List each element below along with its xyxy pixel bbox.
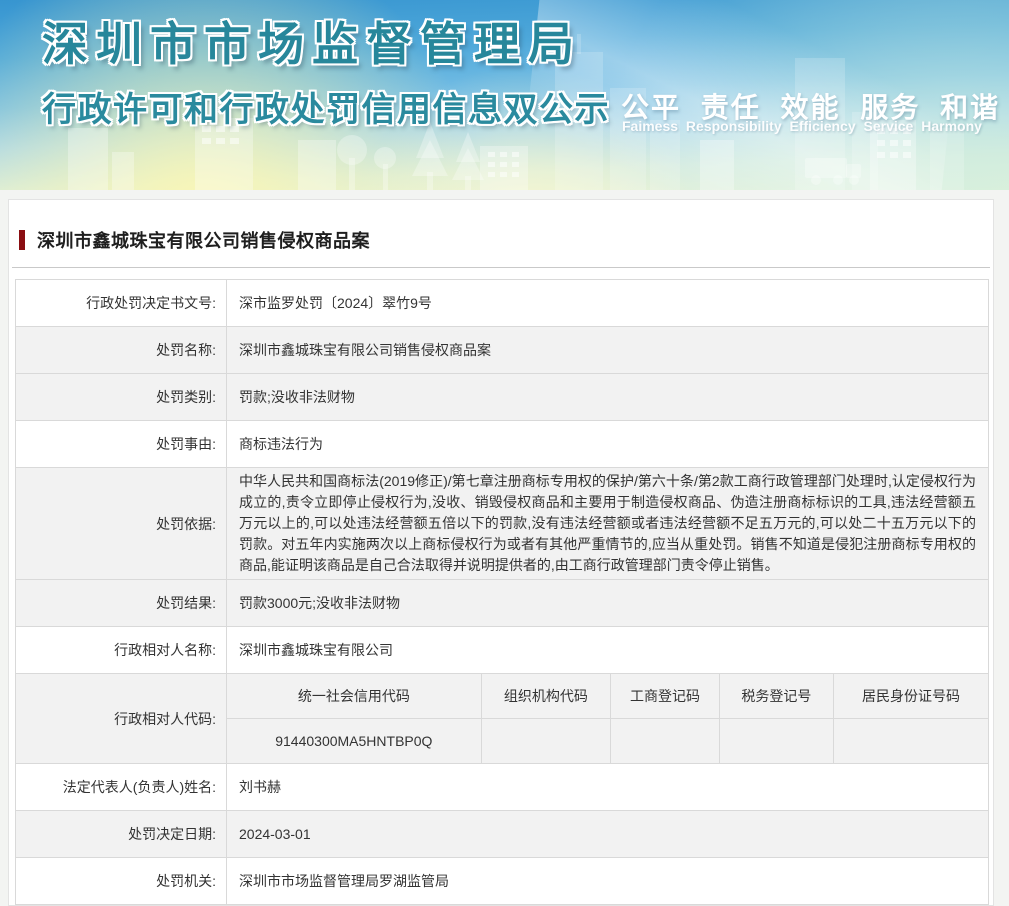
table-row: 处罚名称: 深圳市鑫城珠宝有限公司销售侵权商品案 (15, 326, 989, 374)
row-label: 处罚名称: (15, 326, 227, 374)
code-table: 统一社会信用代码 组织机构代码 工商登记码 税务登记号 居民身份证号码 9144… (227, 674, 988, 763)
code-value-cell (480, 718, 611, 763)
code-header-cell: 工商登记码 (610, 674, 720, 719)
title-divider (12, 267, 990, 268)
row-label: 行政相对人代码: (15, 673, 227, 764)
content-card: 深圳市鑫城珠宝有限公司销售侵权商品案 行政处罚决定书文号: 深市监罗处罚〔202… (8, 199, 994, 906)
header-banner: 深圳市市场监督管理局 行政许可和行政处罚信用信息双公示 公平 责任 效能 服务 … (0, 0, 1009, 190)
case-title-text: 深圳市鑫城珠宝有限公司销售侵权商品案 (37, 231, 370, 251)
row-value: 深市监罗处罚〔2024〕翠竹9号 (226, 279, 989, 327)
row-value: 罚款3000元;没收非法财物 (226, 579, 989, 627)
table-row: 处罚机关: 深圳市市场监督管理局罗湖监管局 (15, 857, 989, 905)
row-value: 罚款;没收非法财物 (226, 373, 989, 421)
code-value-cell: 91440300MA5HNTBP0Q (227, 718, 482, 763)
code-header-cell: 税务登记号 (718, 674, 834, 719)
row-label: 处罚依据: (15, 467, 227, 580)
code-value-cell (833, 718, 988, 763)
site-subtitle: 行政许可和行政处罚信用信息双公示 (42, 91, 610, 129)
table-row: 处罚决定日期: 2024-03-01 (15, 810, 989, 858)
row-label: 行政相对人名称: (15, 626, 227, 674)
row-value: 深圳市鑫城珠宝有限公司销售侵权商品案 (226, 326, 989, 374)
row-value: 统一社会信用代码 组织机构代码 工商登记码 税务登记号 居民身份证号码 9144… (226, 673, 989, 764)
row-label: 处罚机关: (15, 857, 227, 905)
row-value: 商标违法行为 (226, 420, 989, 468)
table-row: 处罚依据: 中华人民共和国商标法(2019修正)/第七章注册商标专用权的保护/第… (15, 467, 989, 580)
row-value: 深圳市市场监督管理局罗湖监管局 (226, 857, 989, 905)
penalty-info-table: 行政处罚决定书文号: 深市监罗处罚〔2024〕翠竹9号 处罚名称: 深圳市鑫城珠… (15, 279, 989, 905)
table-row: 行政处罚决定书文号: 深市监罗处罚〔2024〕翠竹9号 (15, 279, 989, 327)
row-label: 处罚决定日期: (15, 810, 227, 858)
case-title: 深圳市鑫城珠宝有限公司销售侵权商品案 (19, 227, 993, 253)
row-value: 深圳市鑫城珠宝有限公司 (226, 626, 989, 674)
title-marker-bar (19, 230, 25, 250)
row-label: 处罚事由: (15, 420, 227, 468)
code-value-cell (610, 718, 720, 763)
row-label: 处罚结果: (15, 579, 227, 627)
table-row: 处罚结果: 罚款3000元;没收非法财物 (15, 579, 989, 627)
row-value: 刘书赫 (226, 763, 989, 811)
site-title: 深圳市市场监督管理局 (42, 18, 582, 70)
code-header-cell: 组织机构代码 (480, 674, 611, 719)
row-label: 处罚类别: (15, 373, 227, 421)
code-header-row: 统一社会信用代码 组织机构代码 工商登记码 税务登记号 居民身份证号码 (227, 674, 988, 719)
table-row: 行政相对人名称: 深圳市鑫城珠宝有限公司 (15, 626, 989, 674)
table-row-codes: 行政相对人代码: 统一社会信用代码 组织机构代码 工商登记码 税务登记号 居民身… (15, 673, 989, 764)
slogan-english: Faimess Responsibility Efficiency Servic… (622, 118, 982, 134)
code-value-cell (718, 718, 834, 763)
table-row: 处罚类别: 罚款;没收非法财物 (15, 373, 989, 421)
row-value: 2024-03-01 (226, 810, 989, 858)
row-value: 中华人民共和国商标法(2019修正)/第七章注册商标专用权的保护/第六十条/第2… (226, 467, 989, 580)
table-row: 处罚事由: 商标违法行为 (15, 420, 989, 468)
code-header-cell: 统一社会信用代码 (227, 674, 482, 719)
code-header-cell: 居民身份证号码 (833, 674, 988, 719)
row-label: 行政处罚决定书文号: (15, 279, 227, 327)
row-label: 法定代表人(负责人)姓名: (15, 763, 227, 811)
code-value-row: 91440300MA5HNTBP0Q (227, 718, 988, 763)
table-row: 法定代表人(负责人)姓名: 刘书赫 (15, 763, 989, 811)
